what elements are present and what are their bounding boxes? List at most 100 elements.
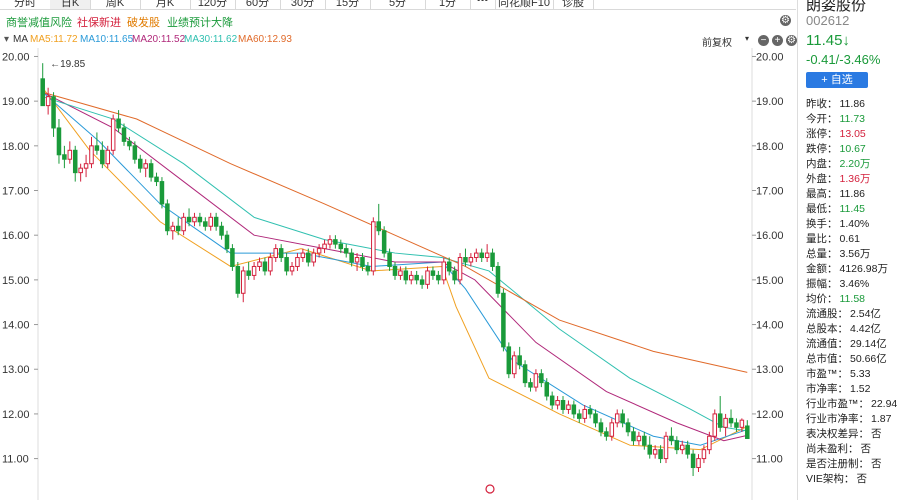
y-tick-right: 18.00 [756,141,784,153]
tag-social-security[interactable]: 社保新进 [77,14,121,30]
candle-body [132,145,138,160]
tab-5[interactable]: 60分 [235,0,281,9]
tab-12[interactable]: 诊股 [553,0,594,9]
candle-body [495,265,501,294]
candle-body [322,243,327,250]
info-value: 11.73 [839,113,866,125]
candle-body [45,96,51,107]
candle-body [463,257,468,263]
candle-body [40,78,45,107]
price-change: -0.41/-3.46% [806,52,881,67]
candle-body [327,239,333,245]
ma-line-ma60 [42,91,748,373]
info-label: 是否注册制： [806,458,869,470]
candle-body [148,163,154,178]
ma-legend-bar: ▾ MA MA5:11.72 MA10:11.65 MA20:11.52 MA3… [0,32,797,49]
kline-chart[interactable]: 20.00 20.00 19.00 19.00 18.00 18.00 17.00 17.00… [0,48,796,500]
candle-body [511,355,517,375]
candle-body [289,265,295,272]
candle-body [701,449,707,460]
ma5-value: MA5:11.72 [30,34,78,45]
tab-11[interactable]: 同花顺F10 [495,0,554,9]
candle-body [566,404,571,410]
info-value: 29.14亿 [850,338,887,350]
add-watchlist-button[interactable]: + 自选 [806,72,868,88]
tab-2[interactable]: 周K [90,0,141,9]
current-price: 11.45↓ [806,32,850,49]
zoom-out-icon[interactable]: − [758,35,769,46]
info-label: 总股本： [806,323,848,335]
y-tick-left: 15.00 [2,275,30,287]
info-row: 内盘： 2.20万 [806,156,870,171]
info-value: 5.33 [850,368,871,380]
info-label: 昨收： [806,98,838,110]
tab-3[interactable]: 月K [140,0,191,9]
tag-goodwill[interactable]: 商誉减值风险 [6,14,72,30]
candle-body [268,257,273,272]
zoom-in-icon[interactable]: + [772,35,783,46]
ma30-value: MA30:11.62 [184,34,238,45]
info-label: 总市值： [806,353,848,365]
info-value: 3.46% [839,278,870,290]
candle-body [620,413,625,424]
candle-body [436,274,441,281]
candle-body [593,413,598,424]
info-row: 流通股： 2.54亿 [806,306,881,321]
adjust-chevron-icon[interactable]: ▾ [745,34,749,43]
info-value: 否 [860,443,872,455]
candle-body [89,145,94,165]
settings-icon[interactable]: ⚙ [780,15,791,26]
info-value: 11.86 [839,188,866,200]
candle-body [441,261,447,281]
candle-body [745,425,750,439]
candle-body [78,167,83,174]
tag-below-issue[interactable]: 破发股 [127,14,160,30]
candle-body [712,413,718,437]
tag-earnings-warning[interactable]: 业绩预计大降 [167,14,233,30]
tab-9[interactable]: 1分 [425,0,471,9]
info-value: 3.56万 [839,248,871,260]
candle-body [533,373,539,388]
candle-body [170,225,176,232]
candle-body [273,248,279,259]
info-row: 均价： 11.58 [806,291,865,306]
candle-body [528,382,533,388]
info-label: 振幅： [806,278,838,290]
ma60-value: MA60:12.93 [238,34,292,45]
candle-body [62,154,67,160]
candle-body [446,261,452,272]
info-value: 10.67 [839,143,866,155]
stock-info-panel: 朗姿股份 002612 11.45↓ -0.41/-3.46% + 自选 昨收：… [797,0,900,500]
candle-body [452,270,457,281]
tab-0[interactable]: 分时 [0,0,51,9]
candle-body [560,400,566,410]
candle-body [235,265,241,294]
y-tick-left: 13.00 [2,364,30,376]
candle-body [484,252,490,259]
info-row: 尚未盈利：否 [806,441,871,456]
tab-4[interactable]: 120分 [190,0,236,9]
candle-body [138,158,143,169]
ma-collapse-icon[interactable]: ▾ [4,34,9,45]
candle-body [333,239,338,245]
tab-6[interactable]: 30分 [280,0,326,9]
candle-body [387,252,392,267]
tab-8[interactable]: 5分 [370,0,426,9]
info-label: 市盈™： [806,368,848,380]
tab-10[interactable]: ••• [470,0,496,9]
chart-settings-icon[interactable]: ⚙ [786,35,797,46]
y-tick-left: 18.00 [2,141,30,153]
candle-body [636,435,642,442]
candle-body [674,440,680,451]
candle-body [246,270,251,276]
stock-code: 002612 [806,13,850,28]
adjust-mode[interactable]: 前复权 [702,34,732,49]
candle-body [154,176,159,183]
tab-7[interactable]: 15分 [325,0,371,9]
y-tick-left: 11.00 [2,454,29,466]
candle-body [490,252,495,267]
tab-1[interactable]: 日K [50,0,91,9]
candle-body [262,261,268,272]
candle-body [240,270,246,294]
info-value: 0.61 [839,233,860,245]
